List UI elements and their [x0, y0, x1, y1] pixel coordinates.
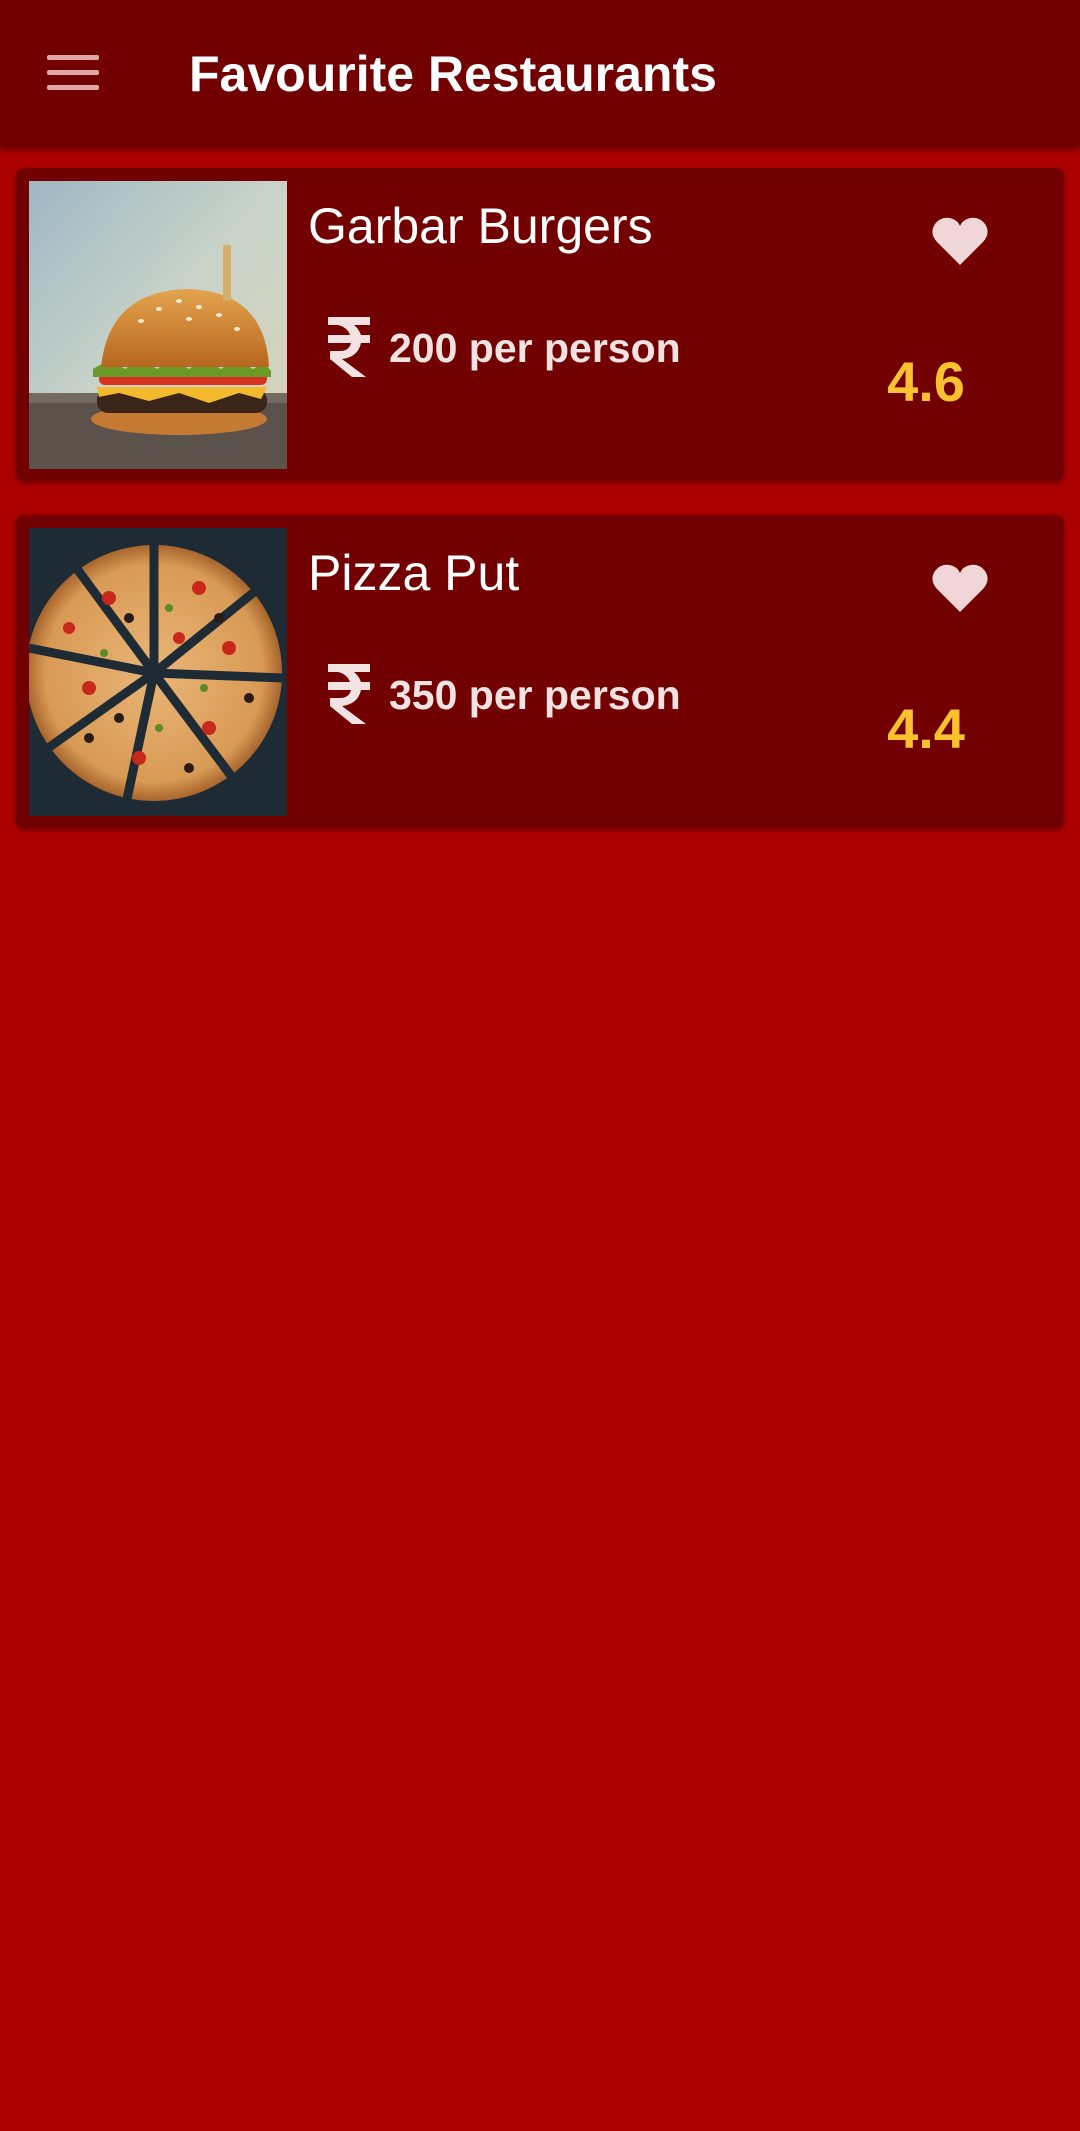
restaurant-card[interactable]: Pizza Put 350 per person 4.4 [16, 515, 1064, 828]
page-title: Favourite Restaurants [189, 46, 717, 102]
restaurant-rating: 4.6 [887, 350, 965, 413]
heart-icon[interactable] [931, 562, 989, 614]
restaurant-list: Garbar Burgers 200 per person 4.6 Pizza … [16, 168, 1064, 862]
hamburger-menu-icon[interactable] [47, 55, 99, 91]
rupee-icon [326, 660, 372, 726]
restaurant-card[interactable]: Garbar Burgers 200 per person 4.6 [16, 168, 1064, 481]
rupee-icon [326, 313, 372, 379]
restaurant-rating: 4.4 [887, 697, 965, 760]
price-per-person: 200 per person [389, 325, 681, 371]
heart-icon[interactable] [931, 215, 989, 267]
restaurant-name: Garbar Burgers [308, 198, 653, 254]
burger-image [29, 181, 287, 469]
app-bar: Favourite Restaurants [0, 0, 1080, 147]
restaurant-name: Pizza Put [308, 545, 520, 601]
pizza-image [29, 528, 287, 816]
price-per-person: 350 per person [389, 672, 681, 718]
